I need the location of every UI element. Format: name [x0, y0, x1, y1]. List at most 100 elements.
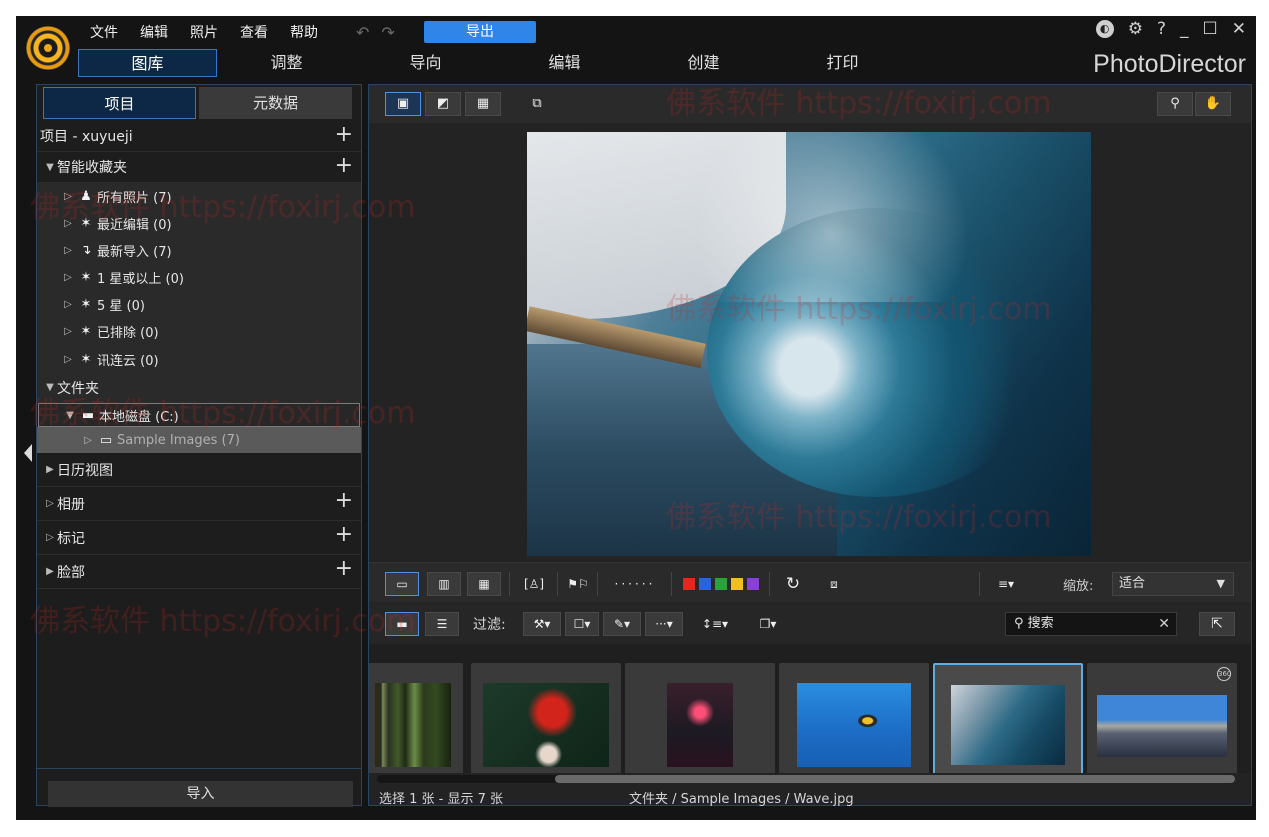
caret-right-icon[interactable]: ▷	[43, 532, 57, 543]
color-label-red[interactable]	[683, 578, 695, 590]
add-smart-collection-icon[interactable]: +	[335, 153, 353, 179]
zoom-icon[interactable]: ⚲	[1157, 92, 1193, 116]
scrollbar-thumb[interactable]	[555, 775, 1235, 783]
folders-header[interactable]: ▼ 文件夹	[37, 373, 361, 403]
caret-right-filled-icon[interactable]: ▶	[43, 464, 57, 475]
albums-header[interactable]: ▷ 相册 +	[37, 487, 361, 521]
flag-icon[interactable]: ⚑⚐	[563, 572, 593, 596]
caret-right-icon[interactable]: ▷	[43, 498, 57, 509]
color-label-yellow[interactable]	[731, 578, 743, 590]
caret-right-icon[interactable]: ▷	[61, 245, 75, 256]
fullscreen-view-icon[interactable]: ◩	[425, 92, 461, 116]
tags-header[interactable]: ▷ 标记 +	[37, 521, 361, 555]
thumbnail-wave[interactable]	[933, 663, 1083, 773]
info-overlay-icon[interactable]: ⧈	[819, 572, 849, 596]
add-tag-icon[interactable]: +	[335, 522, 353, 548]
menu-view[interactable]: 查看	[240, 22, 268, 42]
redo-icon[interactable]: ↷	[381, 23, 394, 42]
caret-right-icon[interactable]: ▷	[81, 435, 95, 446]
import-button[interactable]: 导入	[48, 781, 353, 807]
thumbnail-neon-sign[interactable]	[625, 663, 775, 773]
strip-compare-icon[interactable]: ▥	[427, 572, 461, 596]
add-album-icon[interactable]: +	[335, 488, 353, 514]
pan-hand-icon[interactable]: ✋	[1195, 92, 1231, 116]
sort-order-icon[interactable]: ↕≡▾	[695, 612, 735, 636]
thumbnail-jump[interactable]	[779, 663, 929, 773]
strip-grid-icon[interactable]: ▦	[467, 572, 501, 596]
tab-edit[interactable]: 编辑	[495, 49, 634, 77]
caret-right-icon[interactable]: ▷	[61, 272, 75, 283]
color-label-blue[interactable]	[699, 578, 711, 590]
caret-right-icon[interactable]: ▷	[61, 354, 75, 365]
tree-item-local-drive[interactable]: ▼ ▬ 本地磁盘 (C:)	[38, 403, 360, 427]
clear-search-icon[interactable]: ✕	[1158, 613, 1170, 635]
tree-item-one-star[interactable]: ▷ ✶ 1 星或以上 (0)	[37, 264, 361, 291]
tab-metadata[interactable]: 元数据	[199, 87, 352, 119]
filter-pick-icon[interactable]: ⚒▾	[523, 612, 561, 636]
color-label-green[interactable]	[715, 578, 727, 590]
filter-edit-icon[interactable]: ✎▾	[603, 612, 641, 636]
tab-project[interactable]: 项目	[43, 87, 196, 119]
zoom-select[interactable]: 适合 ▼	[1112, 572, 1234, 596]
menu-photo[interactable]: 照片	[190, 22, 218, 42]
tab-library[interactable]: 图库	[78, 49, 217, 77]
help-icon[interactable]: ?	[1157, 19, 1166, 39]
add-face-icon[interactable]: +	[335, 556, 353, 582]
caret-right-icon[interactable]: ▷	[61, 191, 75, 202]
caret-right-icon[interactable]: ▷	[61, 326, 75, 337]
undo-icon[interactable]: ↶	[356, 23, 369, 42]
color-label-purple[interactable]	[747, 578, 759, 590]
grid-view-icon[interactable]: ▦	[465, 92, 501, 116]
filmstrip-mode-icon[interactable]: ▬	[385, 612, 419, 636]
caret-right-filled-icon[interactable]: ▶	[43, 566, 57, 577]
tree-item-recent-imports[interactable]: ▷ ↴ 最新导入 (7)	[37, 237, 361, 264]
search-input[interactable]: ⚲ 搜索 ✕	[1005, 612, 1177, 636]
tree-item-recent-edits[interactable]: ▷ ✶ 最近编辑 (0)	[37, 210, 361, 237]
caret-down-icon[interactable]: ▼	[63, 410, 77, 421]
caret-right-icon[interactable]: ▷	[61, 299, 75, 310]
filmstrip-scrollbar[interactable]	[377, 775, 1235, 783]
filter-frame-icon[interactable]: ☐▾	[565, 612, 599, 636]
thumbnail-maple-leaf[interactable]	[471, 663, 621, 773]
single-view-icon[interactable]: ▣	[385, 92, 421, 116]
add-project-icon[interactable]: +	[335, 122, 353, 148]
tab-adjust[interactable]: 调整	[217, 49, 356, 77]
smart-collections-header[interactable]: ▼ 智能收藏夹 +	[37, 152, 361, 183]
tree-item-excluded[interactable]: ▷ ✶ 已排除 (0)	[37, 318, 361, 345]
tree-item-cloud[interactable]: ▷ ✶ 讯连云 (0)	[37, 345, 361, 373]
rotate-icon[interactable]: ↻	[779, 572, 807, 596]
calendar-view-header[interactable]: ▶ 日历视图	[37, 453, 361, 487]
minimize-icon[interactable]: _	[1180, 19, 1189, 39]
export-button[interactable]: 导出	[424, 21, 536, 43]
stack-icon[interactable]: ❐▾	[751, 612, 785, 636]
tree-item-all-photos[interactable]: ▷ ♟ 所有照片 (7)	[37, 183, 361, 210]
tree-item-sample-images[interactable]: ▷ ▭ Sample Images (7)	[37, 427, 361, 453]
caret-down-icon[interactable]: ▼	[43, 162, 57, 173]
settings-gear-icon[interactable]: ⚙	[1128, 19, 1143, 39]
faces-header[interactable]: ▶ 脸部 +	[37, 555, 361, 589]
menu-edit[interactable]: 编辑	[140, 22, 168, 42]
photo-preview[interactable]	[527, 132, 1091, 556]
sort-menu-icon[interactable]: ≡▾	[991, 572, 1021, 596]
caret-down-icon[interactable]: ▼	[43, 382, 57, 393]
maximize-icon[interactable]: ☐	[1203, 19, 1218, 39]
tree-item-five-star[interactable]: ▷ ✶ 5 星 (0)	[37, 291, 361, 318]
list-mode-icon[interactable]: ☰	[425, 612, 459, 636]
popout-icon[interactable]: ⇱	[1199, 612, 1235, 636]
star-rating-dots[interactable]: ······	[605, 572, 665, 596]
filter-more-icon[interactable]: ···▾	[645, 612, 683, 636]
menu-file[interactable]: 文件	[90, 22, 118, 42]
account-icon[interactable]: ◐	[1095, 20, 1114, 38]
thumbnail-forest[interactable]	[369, 663, 463, 773]
tab-guided[interactable]: 导向	[356, 49, 495, 77]
tab-print[interactable]: 打印	[773, 49, 912, 77]
thumbnail-panorama[interactable]: 360	[1087, 663, 1237, 773]
compare-view-icon[interactable]: ⧉	[519, 92, 555, 116]
menu-help[interactable]: 帮助	[290, 22, 318, 42]
close-icon[interactable]: ✕	[1232, 19, 1246, 39]
face-tag-icon[interactable]: [♙]	[517, 572, 551, 596]
collapse-panel-icon[interactable]	[24, 444, 32, 462]
strip-single-icon[interactable]: ▭	[385, 572, 419, 596]
caret-right-icon[interactable]: ▷	[61, 218, 75, 229]
tab-create[interactable]: 创建	[634, 49, 773, 77]
